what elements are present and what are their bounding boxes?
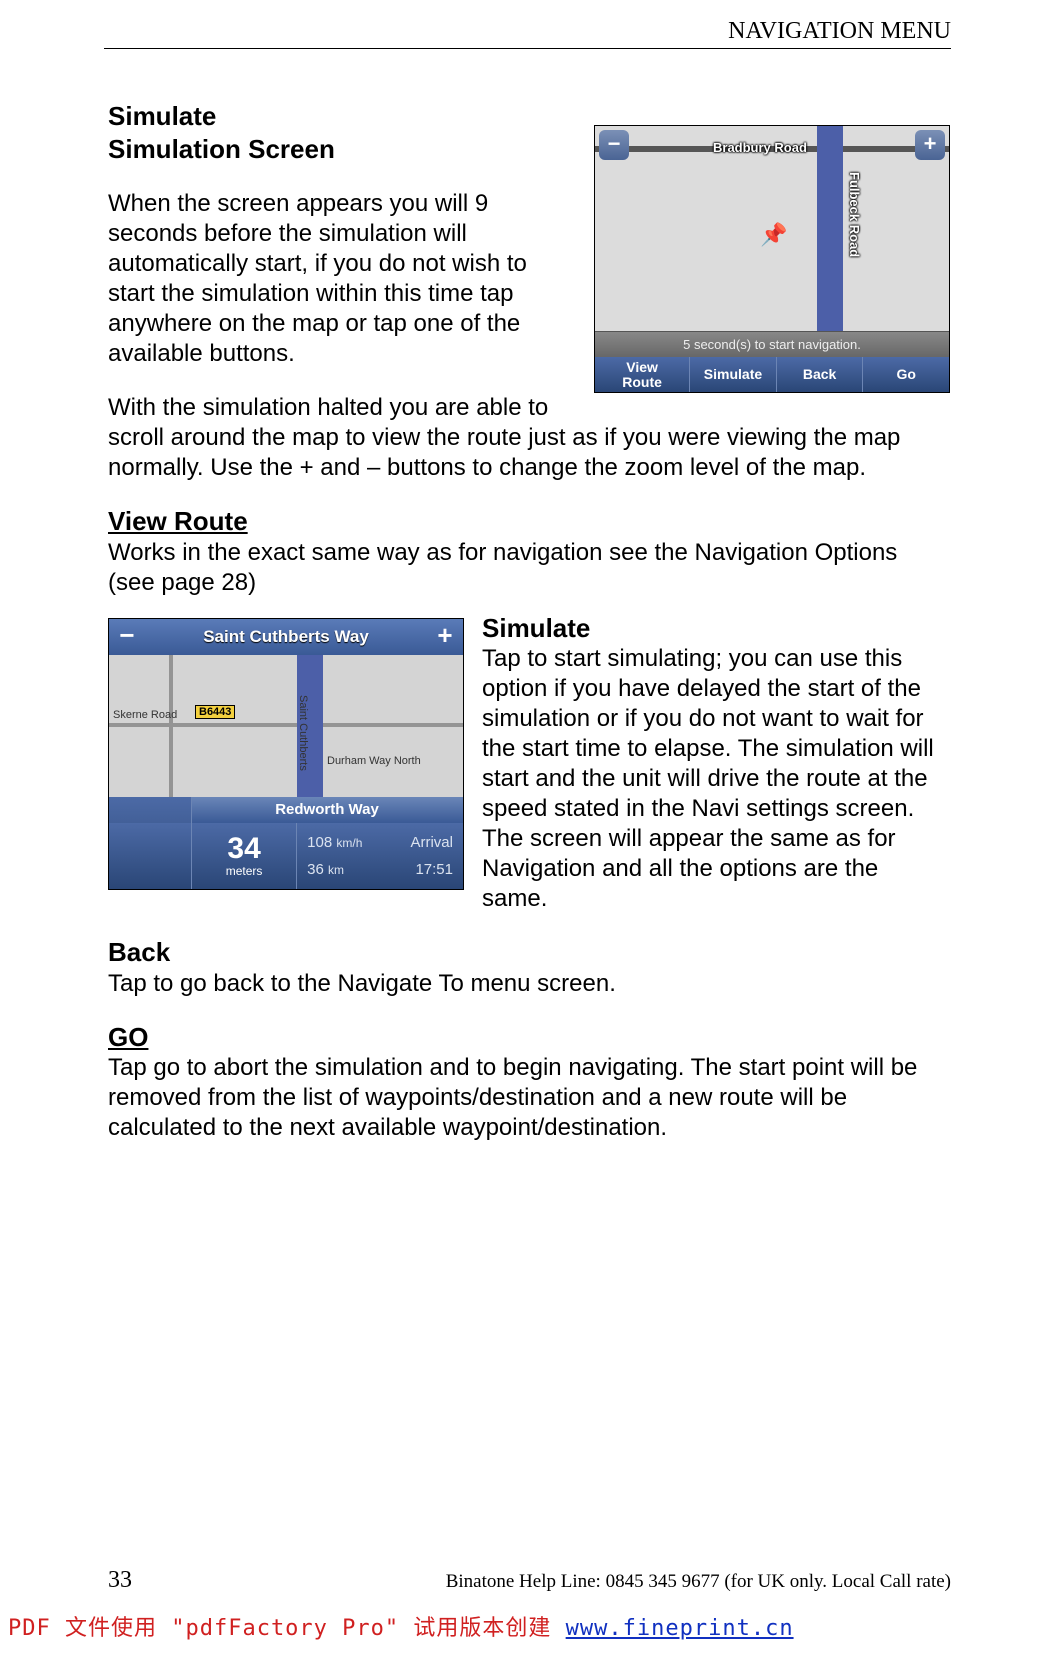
- figure-simulation-countdown: Bradbury Road Fulbeck Road 📌 − + 5 secon…: [594, 125, 950, 393]
- speed-cell: 108 km/h: [307, 834, 362, 851]
- back-button[interactable]: Back: [776, 357, 863, 392]
- road-label-bradbury: Bradbury Road: [713, 140, 807, 155]
- speed-unit: km/h: [336, 836, 362, 850]
- road-label-saint-cuthberts: Saint Cuthberts: [297, 695, 309, 771]
- remaining-cell: 36 km: [307, 861, 344, 878]
- distance-box[interactable]: 34 meters: [191, 823, 296, 889]
- bottom-info-bar: 34 meters 108 km/h Arrival 36 km 17:51: [109, 823, 463, 889]
- map-road: [109, 723, 463, 727]
- map-area[interactable]: Bradbury Road Fulbeck Road 📌 − +: [595, 126, 949, 331]
- view-route-label-line1: View: [622, 360, 662, 375]
- heading-view-route: View Route: [108, 505, 950, 538]
- speed-value: 108: [307, 834, 332, 851]
- zoom-out-button[interactable]: −: [599, 130, 629, 160]
- page-number: 33: [108, 1567, 132, 1594]
- next-street-bar: Redworth Way: [191, 797, 463, 823]
- view-route-label-line2: Route: [622, 375, 662, 390]
- zoom-in-button[interactable]: +: [427, 619, 463, 655]
- road-label-skerne: Skerne Road: [113, 709, 177, 721]
- distance-value: 34: [227, 834, 260, 864]
- arrival-time: 17:51: [415, 861, 453, 878]
- zoom-out-button[interactable]: −: [109, 619, 145, 655]
- topbar: − Saint Cuthberts Way +: [109, 619, 463, 655]
- figure-navigation-screen: − Saint Cuthberts Way + Skerne Road B644…: [108, 618, 464, 890]
- road-shield: B6443: [195, 705, 235, 719]
- heading-go: GO: [108, 1021, 950, 1054]
- document-page: NAVIGATION MENU Bradbury Road Fulbeck Ro…: [0, 0, 1055, 1656]
- help-line: Binatone Help Line: 0845 345 9677 (for U…: [446, 1571, 951, 1593]
- para-go: Tap go to abort the simulation and to be…: [108, 1053, 950, 1143]
- distance-unit: meters: [226, 864, 263, 878]
- road-label-fulbeck: Fulbeck Road: [847, 172, 862, 257]
- watermark-link[interactable]: www.fineprint.cn: [566, 1616, 794, 1641]
- go-button[interactable]: Go: [862, 357, 949, 392]
- view-route-button[interactable]: View Route: [595, 357, 689, 392]
- para-view-route: Works in the exact same way as for navig…: [108, 538, 950, 598]
- header-divider: [104, 48, 951, 49]
- current-street-label: Saint Cuthberts Way: [145, 627, 427, 647]
- remaining-unit: km: [328, 863, 344, 877]
- zoom-in-button[interactable]: +: [915, 130, 945, 160]
- heading-back: Back: [108, 936, 950, 969]
- arrival-label: Arrival: [410, 834, 453, 851]
- road-vertical: [817, 126, 843, 331]
- content-area: Bradbury Road Fulbeck Road 📌 − + 5 secon…: [108, 100, 950, 1143]
- destination-pin-icon: 📌: [760, 222, 787, 248]
- pdf-watermark: PDF 文件使用 "pdfFactory Pro" 试用版本创建 www.fin…: [8, 1610, 794, 1642]
- page-footer: 33 Binatone Help Line: 0845 345 9677 (fo…: [108, 1567, 951, 1594]
- para-back: Tap to go back to the Navigate To menu s…: [108, 969, 950, 999]
- watermark-text: PDF 文件使用 "pdfFactory Pro" 试用版本创建: [8, 1616, 566, 1641]
- trip-info-box[interactable]: 108 km/h Arrival 36 km 17:51: [296, 823, 463, 889]
- para-sim-scroll: With the simulation halted you are able …: [108, 393, 950, 483]
- countdown-bar: 5 second(s) to start navigation.: [595, 331, 949, 358]
- remaining-value: 36: [307, 861, 324, 878]
- header-section-name: NAVIGATION MENU: [728, 18, 951, 45]
- simulate-button[interactable]: Simulate: [689, 357, 776, 392]
- bottom-button-bar: View Route Simulate Back Go: [595, 357, 949, 392]
- road-label-durham: Durham Way North: [327, 755, 421, 767]
